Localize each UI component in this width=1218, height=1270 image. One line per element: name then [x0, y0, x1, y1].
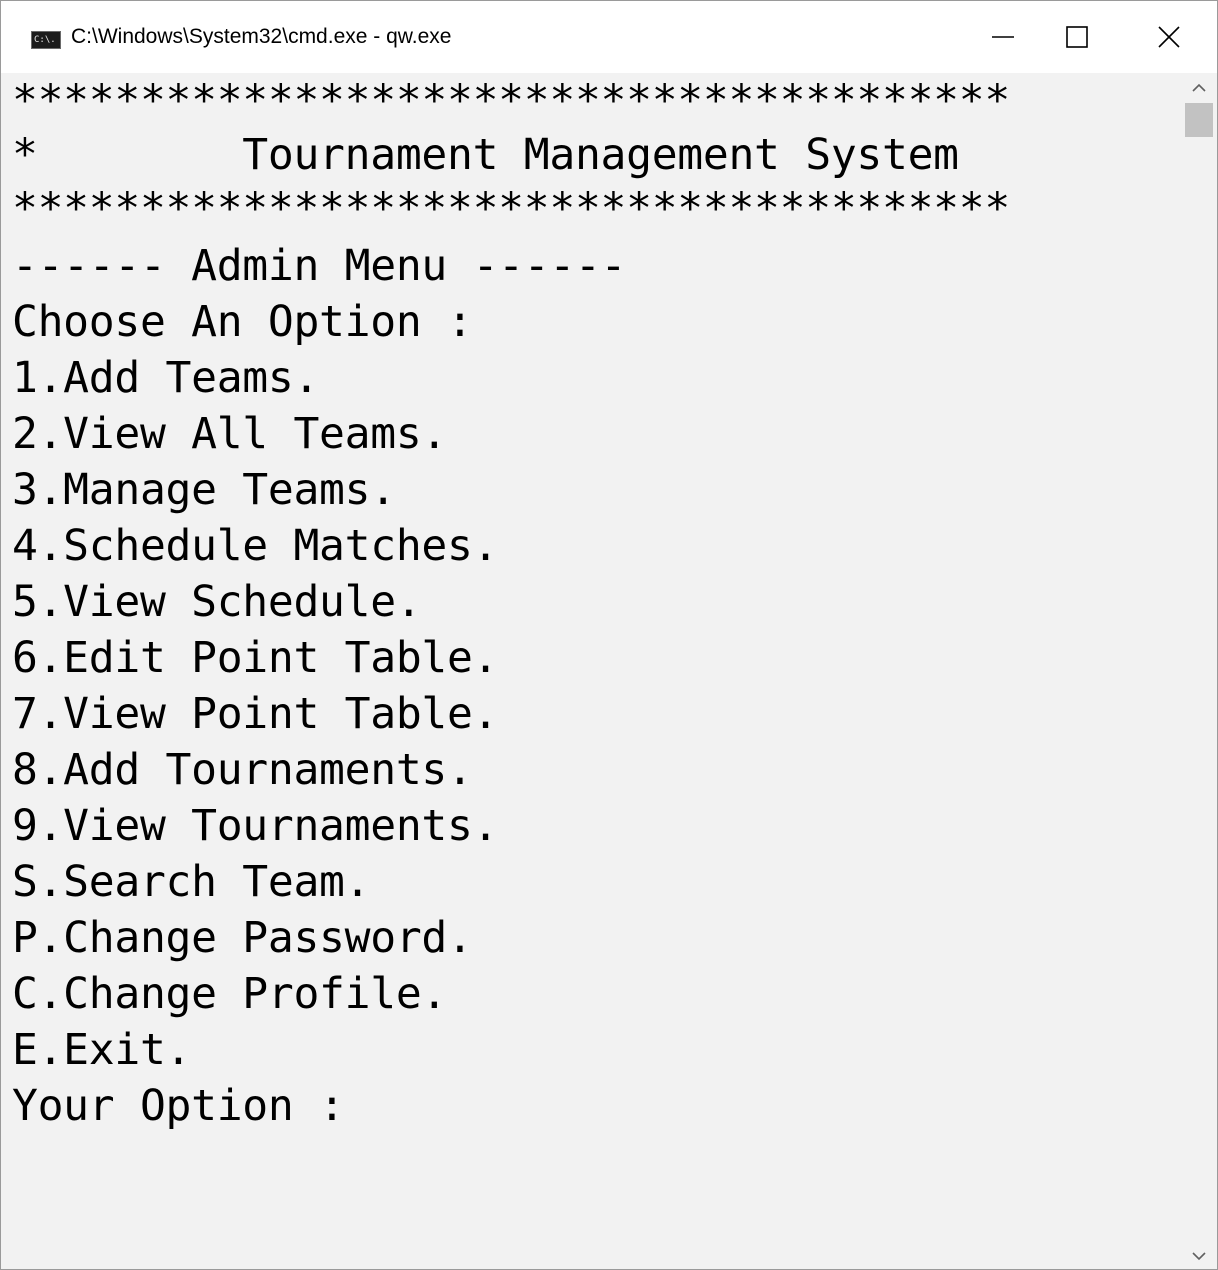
menu-item: C.Change Profile.	[12, 969, 447, 1019]
menu-item: 6.Edit Point Table.	[12, 633, 499, 683]
menu-item: 3.Manage Teams.	[12, 465, 396, 515]
window-title: C:\Windows\System32\cmd.exe - qw.exe	[71, 25, 452, 48]
menu-heading: ------ Admin Menu ------	[12, 241, 627, 291]
minimize-icon	[992, 36, 1014, 38]
menu-item: E.Exit.	[12, 1025, 192, 1075]
menu-item: 4.Schedule Matches.	[12, 521, 499, 571]
cmd-console-icon: C:\.	[31, 31, 61, 49]
maximize-button[interactable]	[1035, 1, 1119, 73]
console-window: C:\. C:\Windows\System32\cmd.exe - qw.ex…	[0, 0, 1218, 1270]
vertical-scrollbar[interactable]	[1181, 73, 1217, 1269]
banner-top-border: ***************************************	[12, 76, 1010, 126]
menu-item: 2.View All Teams.	[12, 409, 447, 459]
menu-item: 1.Add Teams.	[12, 353, 320, 403]
chevron-down-icon	[1192, 1252, 1206, 1261]
console-output[interactable]: *************************************** …	[1, 73, 1215, 1269]
scroll-down-button[interactable]	[1181, 1241, 1217, 1269]
banner-bottom-border: ***************************************	[12, 184, 1010, 234]
scroll-up-button[interactable]	[1181, 73, 1217, 103]
menu-item: 8.Add Tournaments.	[12, 745, 473, 795]
menu-item: S.Search Team.	[12, 857, 371, 907]
menu-item: 7.View Point Table.	[12, 689, 499, 739]
menu-item: 9.View Tournaments.	[12, 801, 499, 851]
title-bar[interactable]: C:\. C:\Windows\System32\cmd.exe - qw.ex…	[1, 1, 1217, 73]
maximize-icon	[1066, 26, 1088, 48]
close-button[interactable]	[1121, 1, 1217, 73]
menu-item: P.Change Password.	[12, 913, 473, 963]
chevron-up-icon	[1192, 83, 1206, 92]
close-icon	[1158, 26, 1180, 48]
menu-item: 5.View Schedule.	[12, 577, 422, 627]
menu-prompt: Choose An Option :	[12, 297, 473, 347]
option-input-prompt[interactable]: Your Option :	[12, 1078, 345, 1134]
banner-title: * Tournament Management System *	[12, 130, 1215, 180]
scroll-thumb[interactable]	[1185, 103, 1213, 137]
